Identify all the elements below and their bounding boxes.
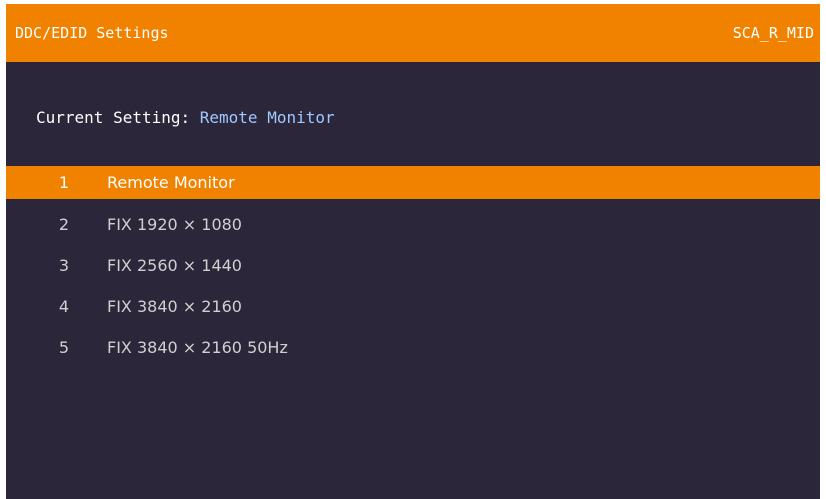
- menu-item-label: FIX 3840 × 2160 50Hz: [107, 338, 288, 357]
- menu-item-label: FIX 1920 × 1080: [107, 215, 242, 234]
- osd-header: DDC/EDID Settings SCA_R_MID: [6, 4, 820, 62]
- menu-item-index: 2: [58, 215, 70, 234]
- menu-item-remote-monitor[interactable]: 1 Remote Monitor: [6, 166, 820, 199]
- osd-screen: DDC/EDID Settings SCA_R_MID Current Sett…: [6, 4, 820, 499]
- menu-item-index: 3: [58, 256, 70, 275]
- current-setting-label: Current Setting:: [36, 108, 200, 127]
- menu-item-index: 4: [58, 297, 70, 316]
- menu-item-fix-3840x2160-50hz[interactable]: 5 FIX 3840 × 2160 50Hz: [6, 330, 820, 371]
- device-id: SCA_R_MID: [732, 24, 814, 42]
- menu-item-fix-1920x1080[interactable]: 2 FIX 1920 × 1080: [6, 207, 820, 248]
- menu-item-label: FIX 2560 × 1440: [107, 256, 242, 275]
- menu-item-fix-2560x1440[interactable]: 3 FIX 2560 × 1440: [6, 248, 820, 289]
- current-setting: Current Setting: Remote Monitor: [36, 108, 335, 127]
- edid-option-list: 1 Remote Monitor 2 FIX 1920 × 1080 3 FIX…: [6, 166, 820, 371]
- menu-item-index: 5: [58, 338, 70, 357]
- current-setting-value: Remote Monitor: [199, 108, 335, 127]
- menu-item-label: Remote Monitor: [107, 173, 235, 192]
- menu-item-index: 1: [58, 173, 70, 192]
- menu-item-label: FIX 3840 × 2160: [107, 297, 242, 316]
- menu-item-fix-3840x2160[interactable]: 4 FIX 3840 × 2160: [6, 289, 820, 330]
- page-title: DDC/EDID Settings: [15, 24, 169, 42]
